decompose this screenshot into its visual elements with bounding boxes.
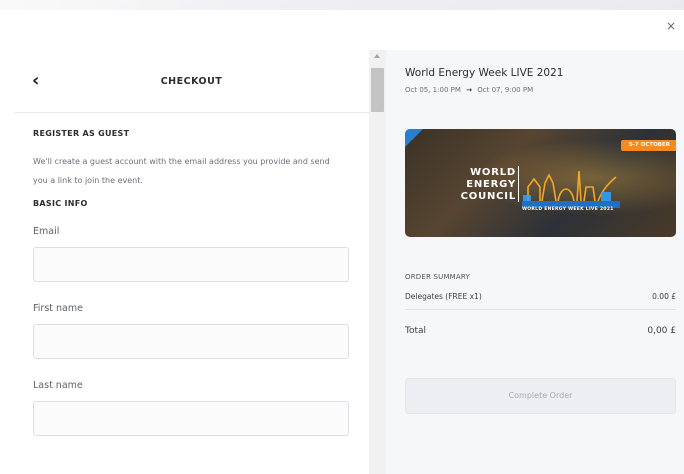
event-dates: Oct 05, 1:00 PM → Oct 07, 9:00 PM: [405, 86, 533, 94]
first-name-label: First name: [33, 303, 83, 314]
first-name-field[interactable]: [33, 324, 349, 359]
order-line-item: Delegates (FREE x1) 0.00 £: [405, 292, 676, 301]
form-scrollbar[interactable]: [369, 50, 386, 474]
banner-subtitle: WORLD ENERGY WEEK LIVE 2021: [522, 207, 614, 212]
email-field[interactable]: [33, 247, 349, 282]
checkout-header: ‹ CHECKOUT: [14, 50, 369, 113]
logo-divider: [518, 166, 519, 202]
email-label: Email: [33, 226, 60, 237]
checkout-modal: × ‹ CHECKOUT REGISTER AS GUEST We'll cre…: [0, 10, 684, 474]
order-summary-panel: World Energy Week LIVE 2021 Oct 05, 1:00…: [386, 50, 684, 474]
order-total-row: Total 0,00 £: [405, 326, 676, 336]
total-amount: 0,00 £: [647, 326, 676, 336]
scrollbar-thumb[interactable]: [371, 68, 384, 112]
scroll-up-arrow-icon[interactable]: [374, 54, 380, 58]
total-label: Total: [405, 326, 427, 336]
arrow-right-icon: →: [466, 86, 472, 94]
close-icon[interactable]: ×: [663, 18, 679, 34]
event-title: World Energy Week LIVE 2021: [405, 67, 564, 79]
guest-section-title: REGISTER AS GUEST: [33, 129, 130, 138]
logo-line: COUNCIL: [460, 191, 516, 202]
checkout-form-body: REGISTER AS GUEST We'll create a guest a…: [14, 129, 369, 436]
last-name-label: Last name: [33, 380, 83, 391]
banner-date-tag: 5-7 OCTOBER: [620, 140, 676, 151]
checkout-title: CHECKOUT: [160, 76, 223, 87]
checkout-form-panel: ‹ CHECKOUT REGISTER AS GUEST We'll creat…: [14, 50, 370, 474]
logo-line: WORLD: [470, 167, 516, 178]
event-end: Oct 07, 9:00 PM: [477, 86, 534, 94]
event-banner: 5-7 OCTOBER WORLD ENERGY COUNCIL WORLD E…: [405, 129, 676, 237]
guest-description: We'll create a guest account with the em…: [33, 157, 330, 185]
order-summary-title: ORDER SUMMARY: [405, 273, 471, 281]
basic-info-title: BASIC INFO: [33, 199, 88, 208]
last-name-field[interactable]: [33, 401, 349, 436]
line-item-amount: 0.00 £: [652, 292, 676, 301]
summary-divider: [405, 309, 676, 310]
event-start: Oct 05, 1:00 PM: [405, 86, 461, 94]
world-energy-council-logo: WORLD ENERGY COUNCIL: [432, 167, 516, 203]
complete-order-button[interactable]: Complete Order: [405, 378, 676, 414]
line-item-label: Delegates (FREE x1): [405, 292, 482, 301]
logo-line: ENERGY: [466, 179, 516, 190]
banner-corner-accent: [405, 129, 423, 147]
